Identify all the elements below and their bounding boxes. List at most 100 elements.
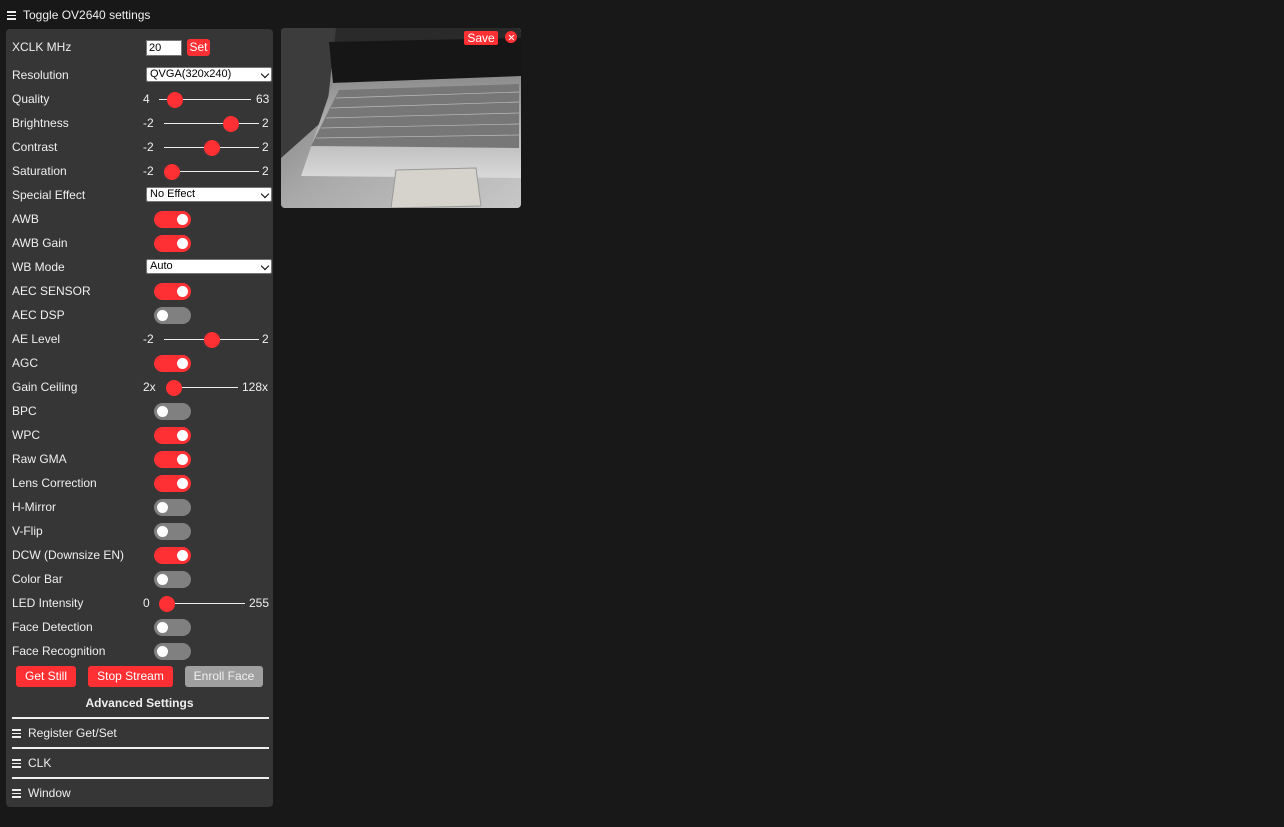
special-effect-selected-value: No Effect [150, 188, 196, 200]
quality-slider-thumb[interactable] [166, 92, 183, 108]
face-recognition-row: Face Recognition [12, 640, 269, 662]
xclk-label: XCLK MHz [12, 40, 72, 54]
bpc-label: BPC [12, 404, 37, 418]
brightness-max: 2 [262, 116, 269, 130]
aec-dsp-toggle[interactable] [154, 307, 191, 324]
advanced-settings-title: Advanced Settings [85, 696, 194, 710]
save-image-button[interactable]: Save [464, 31, 498, 45]
window-label: Window [28, 786, 71, 800]
dcw-row: DCW (Downsize EN) [12, 544, 269, 566]
resolution-selected-value: QVGA(320x240) [150, 68, 232, 80]
resolution-select[interactable]: QVGA(320x240) [146, 67, 272, 82]
special-effect-select[interactable]: No Effect [146, 187, 272, 202]
wb-mode-selected-value: Auto [150, 260, 173, 272]
face-recognition-toggle[interactable] [154, 643, 191, 660]
gain-ceiling-row: Gain Ceiling 2x 128x [12, 376, 269, 398]
brightness-slider-thumb[interactable] [223, 116, 240, 132]
lens-correction-row: Lens Correction [12, 472, 269, 494]
wb-mode-select[interactable]: Auto [146, 259, 272, 274]
get-still-button[interactable]: Get Still [16, 666, 76, 687]
led-intensity-min: 0 [143, 596, 150, 610]
ae-level-slider-thumb[interactable] [203, 332, 220, 348]
brightness-row: Brightness -2 2 [12, 112, 269, 134]
enroll-face-button[interactable]: Enroll Face [185, 666, 263, 687]
xclk-row: XCLK MHz Set [12, 36, 269, 58]
menu-icon [12, 729, 21, 738]
resolution-row: Resolution QVGA(320x240) [12, 64, 272, 86]
color-bar-toggle[interactable] [154, 571, 191, 588]
v-flip-row: V-Flip [12, 520, 269, 542]
raw-gma-label: Raw GMA [12, 452, 67, 466]
wpc-row: WPC [12, 424, 269, 446]
agc-toggle[interactable] [154, 355, 191, 372]
register-get-set-toggle[interactable]: Register Get/Set [12, 725, 117, 741]
aec-dsp-label: AEC DSP [12, 308, 65, 322]
divider [12, 717, 269, 719]
wpc-toggle[interactable] [154, 427, 191, 444]
h-mirror-label: H-Mirror [12, 500, 56, 514]
contrast-slider[interactable] [164, 140, 259, 156]
ae-level-min: -2 [143, 332, 154, 346]
contrast-min: -2 [143, 140, 154, 154]
saturation-max: 2 [262, 164, 269, 178]
divider [12, 777, 269, 779]
v-flip-toggle[interactable] [154, 523, 191, 540]
contrast-slider-thumb[interactable] [203, 140, 220, 156]
face-detection-row: Face Detection [12, 616, 269, 638]
lens-correction-toggle[interactable] [154, 475, 191, 492]
ae-level-row: AE Level -2 2 [12, 328, 269, 350]
dcw-toggle[interactable] [154, 547, 191, 564]
v-flip-label: V-Flip [12, 524, 43, 538]
face-detection-label: Face Detection [12, 620, 93, 634]
register-get-set-label: Register Get/Set [28, 726, 117, 740]
clk-label: CLK [28, 756, 52, 770]
saturation-row: Saturation -2 2 [12, 160, 269, 182]
quality-min: 4 [143, 92, 150, 106]
awb-gain-row: AWB Gain [12, 232, 269, 254]
awb-gain-toggle[interactable] [154, 235, 191, 252]
led-intensity-slider-thumb[interactable] [159, 596, 175, 612]
lens-correction-label: Lens Correction [12, 476, 97, 490]
raw-gma-row: Raw GMA [12, 448, 269, 470]
saturation-slider[interactable] [164, 164, 259, 180]
led-intensity-row: LED Intensity 0 255 [12, 592, 269, 614]
xclk-input[interactable] [146, 40, 182, 56]
xclk-set-button[interactable]: Set [187, 39, 210, 56]
stop-stream-button[interactable]: Stop Stream [88, 666, 173, 687]
quality-max: 63 [256, 92, 270, 106]
saturation-slider-thumb[interactable] [164, 164, 180, 180]
led-intensity-max: 255 [249, 596, 270, 610]
gain-ceiling-min: 2x [143, 380, 156, 394]
quality-slider[interactable] [159, 92, 251, 108]
led-intensity-slider[interactable] [159, 596, 245, 612]
ae-level-slider[interactable] [164, 332, 259, 348]
ae-level-max: 2 [262, 332, 269, 346]
gain-ceiling-max: 128x [242, 380, 269, 394]
stream-view: Save [281, 28, 521, 208]
h-mirror-toggle[interactable] [154, 499, 191, 516]
chevron-down-icon [260, 69, 270, 79]
toggle-settings-button[interactable]: Toggle OV2640 settings [7, 7, 150, 23]
aec-sensor-row: AEC SENSOR [12, 280, 269, 302]
menu-icon [12, 789, 21, 798]
h-mirror-row: H-Mirror [12, 496, 269, 518]
resolution-label: Resolution [12, 68, 69, 82]
bpc-row: BPC [12, 400, 269, 422]
menu-icon [12, 759, 21, 768]
quality-row: Quality 4 63 [12, 88, 269, 110]
bpc-toggle[interactable] [154, 403, 191, 420]
gain-ceiling-slider-thumb[interactable] [166, 380, 182, 396]
face-detection-toggle[interactable] [154, 619, 191, 636]
wb-mode-row: WB Mode Auto [12, 256, 272, 278]
color-bar-label: Color Bar [12, 572, 63, 586]
close-icon[interactable] [505, 31, 517, 43]
window-toggle[interactable]: Window [12, 785, 71, 801]
aec-sensor-toggle[interactable] [154, 283, 191, 300]
awb-toggle[interactable] [154, 211, 191, 228]
clk-toggle[interactable]: CLK [12, 755, 51, 771]
contrast-label: Contrast [12, 140, 58, 154]
brightness-slider[interactable] [164, 116, 259, 132]
raw-gma-toggle[interactable] [154, 451, 191, 468]
gain-ceiling-slider[interactable] [166, 380, 238, 396]
special-effect-label: Special Effect [12, 188, 86, 202]
